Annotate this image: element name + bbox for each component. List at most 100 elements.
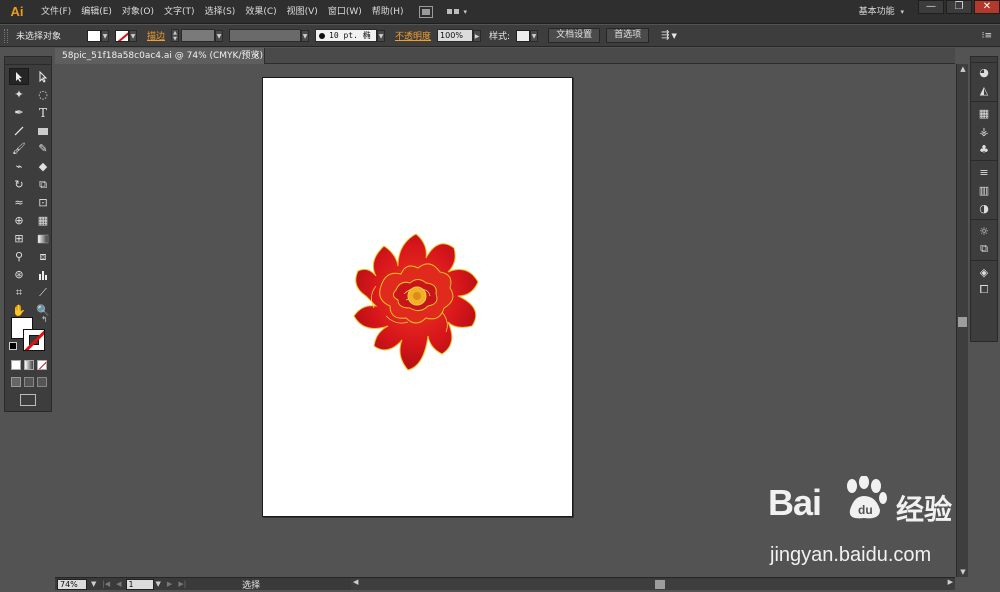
variable-width-profile[interactable] (229, 29, 302, 42)
direct-selection-tool-icon[interactable] (33, 68, 53, 85)
scroll-up-icon[interactable]: ▲ (957, 64, 969, 74)
opacity-panel-link[interactable]: 不透明度 (395, 29, 431, 42)
free-transform-icon[interactable]: ⊡ (33, 194, 53, 211)
stroke-panel-link[interactable]: 描边 (147, 29, 165, 42)
scroll-down-icon[interactable]: ▼ (957, 567, 969, 577)
rotate-icon[interactable]: ↻ (9, 176, 29, 193)
brush-definition-dropdown[interactable]: ▼ (377, 29, 386, 42)
scroll-right-icon[interactable]: ▶ (948, 578, 953, 586)
none-mode-icon[interactable] (37, 360, 47, 370)
peony-flower-artwork[interactable] (346, 226, 486, 372)
status-tool-label[interactable]: 选择 (242, 578, 260, 591)
vertical-scrollbar[interactable]: ▲ ▼ (956, 64, 968, 577)
brushes-panel-icon[interactable]: ⚶ (971, 122, 997, 140)
panel-grip[interactable] (5, 57, 51, 65)
line-icon[interactable] (9, 122, 29, 139)
draw-normal-icon[interactable] (11, 377, 21, 387)
stroke-dropdown[interactable]: ▼ (129, 29, 138, 42)
panel-grip[interactable] (4, 28, 8, 43)
magic-wand-icon[interactable]: ✦ (9, 86, 29, 103)
document-tab[interactable]: 58pic_51f18a58c0ac4.ai @ 74% (CMYK/预览) × (55, 48, 265, 64)
chevron-down-icon[interactable]: ▼ (672, 32, 677, 40)
shape-builder-icon[interactable]: ⊕ (9, 212, 29, 229)
vertical-scroll-thumb[interactable] (958, 317, 967, 327)
scale-icon[interactable]: ⧉ (33, 176, 53, 193)
arrange-documents-icon[interactable]: ▾ (446, 8, 467, 16)
artboard-icon[interactable]: ⌗ (9, 284, 29, 301)
canvas-area[interactable]: Bai du 经验 jingyan.baidu.com (55, 65, 955, 577)
fill-swatch[interactable] (87, 29, 102, 42)
eraser-icon[interactable]: ◆ (33, 158, 53, 175)
stroke-weight-dropdown[interactable]: ▼ (215, 29, 224, 42)
variable-width-dropdown[interactable]: ▼ (301, 29, 310, 42)
artboard-dropdown-icon[interactable]: ▼ (156, 580, 161, 588)
pen-icon[interactable]: ✒ (9, 104, 29, 121)
menu-window[interactable]: 窗口(W) (323, 0, 367, 24)
stroke-swatch[interactable] (115, 29, 130, 42)
scroll-left-icon[interactable]: ◀ (353, 578, 358, 586)
graphic-style-swatch[interactable] (516, 29, 531, 42)
horizontal-scrollbar[interactable]: ◀ ▶ (351, 578, 955, 590)
preferences-button[interactable]: 首选项 (606, 28, 650, 43)
gradient-mode-icon[interactable] (24, 360, 34, 370)
color-mode-icon[interactable] (11, 360, 21, 370)
symbols-panel-icon[interactable]: ♣ (971, 140, 997, 158)
lasso-icon[interactable]: ◌ (33, 86, 53, 103)
zoom-level-field[interactable]: 74% (57, 578, 87, 590)
width-icon[interactable]: ≈ (9, 194, 29, 211)
opacity-field[interactable]: 100% (437, 29, 474, 42)
menu-edit[interactable]: 编辑(E) (76, 0, 117, 24)
first-artboard-icon[interactable]: |◀ (102, 580, 110, 588)
stroke-color-box[interactable] (23, 329, 45, 351)
artboards-panel-icon[interactable]: ⧠ (971, 281, 997, 299)
graphic-style-dropdown[interactable]: ▼ (530, 29, 539, 42)
gradient-icon[interactable] (33, 230, 53, 247)
rectangle-icon[interactable] (33, 122, 53, 139)
last-artboard-icon[interactable]: ▶| (178, 580, 186, 588)
menu-type[interactable]: 文字(T) (159, 0, 200, 24)
menu-object[interactable]: 对象(O) (117, 0, 159, 24)
stroke-weight-field[interactable] (181, 29, 216, 42)
appearance-panel-icon[interactable]: ☼ (971, 222, 997, 240)
draw-inside-icon[interactable] (37, 377, 47, 387)
type-icon[interactable]: T (33, 104, 53, 121)
paintbrush-icon[interactable]: 🖌 (9, 140, 29, 157)
opacity-dropdown[interactable]: ▶ (473, 29, 482, 42)
minimize-button[interactable]: — (918, 0, 944, 14)
previous-artboard-icon[interactable]: ◀ (116, 580, 121, 588)
eyedropper-icon[interactable]: ⚲ (9, 248, 29, 265)
horizontal-scroll-thumb[interactable] (655, 580, 665, 589)
menu-select[interactable]: 选择(S) (200, 0, 241, 24)
swap-fill-stroke-icon[interactable]: ↰ (41, 315, 48, 324)
gradient-panel-icon[interactable]: ▥ (971, 181, 997, 199)
swatches-panel-icon[interactable]: ▦ (971, 104, 997, 122)
workspace-switcher[interactable]: 基本功能 ▾ (859, 0, 904, 24)
menu-file[interactable]: 文件(F) (36, 0, 76, 24)
selection-tool-icon[interactable] (9, 68, 29, 85)
slice-icon[interactable]: ⟋ (33, 284, 53, 301)
menu-view[interactable]: 视图(V) (282, 0, 323, 24)
color-guide-icon[interactable]: ◭ (971, 81, 997, 99)
artboard[interactable] (262, 77, 573, 517)
close-tab-icon[interactable]: × (252, 48, 260, 64)
stroke-weight-stepper[interactable]: ▲ ▼ (171, 29, 180, 42)
draw-behind-icon[interactable] (24, 377, 34, 387)
column-graph-icon[interactable] (33, 266, 53, 283)
blob-brush-icon[interactable]: ⌁ (9, 158, 29, 175)
fill-dropdown[interactable]: ▼ (101, 29, 110, 42)
screen-mode-icon[interactable] (20, 394, 36, 406)
align-icon[interactable]: ⇶ (661, 30, 669, 41)
bridge-icon[interactable] (418, 5, 433, 18)
default-fill-stroke-icon[interactable] (9, 342, 17, 350)
mesh-icon[interactable]: ⊞ (9, 230, 29, 247)
symbol-sprayer-icon[interactable]: ⊛ (9, 266, 29, 283)
color-panel-icon[interactable]: ◕ (971, 63, 997, 81)
stroke-panel-icon[interactable]: ≡ (971, 163, 997, 181)
graphic-styles-panel-icon[interactable]: ⧉ (971, 240, 997, 258)
next-artboard-icon[interactable]: ▶ (167, 580, 172, 588)
blend-icon[interactable]: ⧈ (33, 248, 53, 265)
layers-panel-icon[interactable]: ◈ (971, 263, 997, 281)
panel-menu-icon[interactable]: ⁝≡ (982, 31, 992, 41)
menu-effect[interactable]: 效果(C) (240, 0, 281, 24)
pencil-icon[interactable]: ✎ (33, 140, 53, 157)
